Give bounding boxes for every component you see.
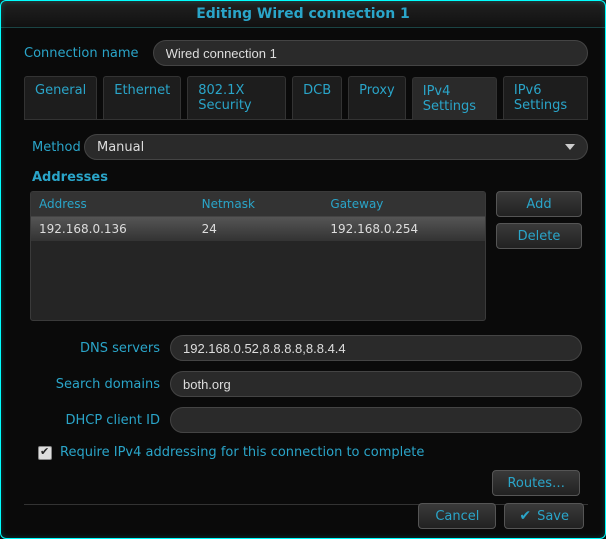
tab-bar: General Ethernet 802.1X Security DCB Pro… <box>24 76 588 120</box>
connection-name-input[interactable] <box>153 40 588 66</box>
tab-ethernet[interactable]: Ethernet <box>103 76 181 119</box>
method-value: Manual <box>97 140 144 155</box>
addresses-section-label: Addresses <box>32 170 588 185</box>
require-ipv4-checkbox[interactable] <box>38 446 52 460</box>
addresses-table[interactable]: Address Netmask Gateway 192.168.0.136 24… <box>30 191 486 321</box>
tab-ipv6[interactable]: IPv6 Settings <box>503 76 588 119</box>
method-label: Method <box>24 140 84 155</box>
tab-proxy[interactable]: Proxy <box>348 76 406 119</box>
col-header-netmask: Netmask <box>194 192 323 216</box>
require-ipv4-label: Require IPv4 addressing for this connect… <box>60 445 424 460</box>
cancel-button[interactable]: Cancel <box>418 503 496 529</box>
method-select[interactable]: Manual <box>84 134 588 160</box>
add-button[interactable]: Add <box>496 191 582 217</box>
dhcp-client-id-input[interactable] <box>170 407 582 433</box>
routes-button[interactable]: Routes… <box>492 470 580 496</box>
search-domains-label: Search domains <box>30 377 170 392</box>
window-title: Editing Wired connection 1 <box>0 0 606 28</box>
dns-label: DNS servers <box>30 341 170 356</box>
cell-gateway: 192.168.0.254 <box>322 217 485 241</box>
save-label: Save <box>537 509 569 524</box>
cell-address: 192.168.0.136 <box>31 217 194 241</box>
search-domains-input[interactable] <box>170 371 582 397</box>
tab-security[interactable]: 802.1X Security <box>187 76 286 119</box>
table-row[interactable]: 192.168.0.136 24 192.168.0.254 <box>31 217 485 241</box>
dns-input[interactable] <box>170 335 582 361</box>
tab-general[interactable]: General <box>24 76 97 119</box>
delete-button[interactable]: Delete <box>496 223 582 249</box>
save-button[interactable]: ✔ Save <box>504 503 584 529</box>
tab-ipv4[interactable]: IPv4 Settings <box>412 77 497 120</box>
chevron-down-icon <box>565 144 575 150</box>
check-icon: ✔ <box>519 508 531 524</box>
connection-name-label: Connection name <box>24 46 153 61</box>
tab-dcb[interactable]: DCB <box>292 76 342 119</box>
cell-netmask: 24 <box>194 217 323 241</box>
col-header-gateway: Gateway <box>322 192 485 216</box>
dhcp-client-id-label: DHCP client ID <box>30 413 170 428</box>
col-header-address: Address <box>31 192 194 216</box>
